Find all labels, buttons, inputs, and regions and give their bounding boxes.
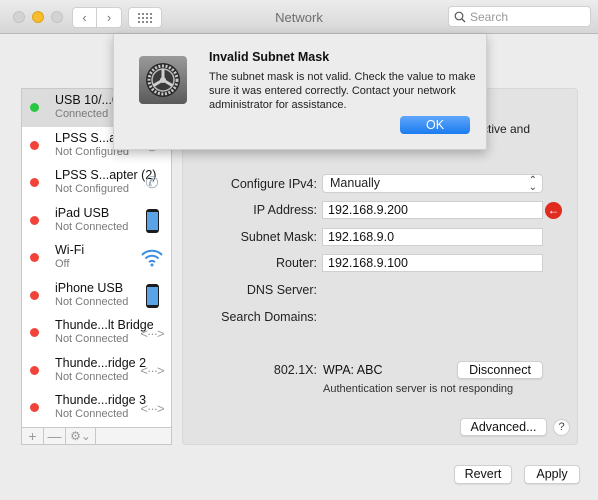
alert-message: The subnet mask is not valid. Check the … bbox=[209, 71, 476, 111]
service-item[interactable]: iPad USB Not Connected bbox=[22, 202, 171, 240]
error-arrow-icon: ← bbox=[545, 202, 562, 219]
service-item[interactable]: LPSS S...apter (2) Not Configured ✆ bbox=[22, 164, 171, 202]
status-dot-connected bbox=[30, 103, 39, 112]
remove-service-button[interactable]: — bbox=[44, 428, 66, 444]
iphone-icon bbox=[139, 283, 165, 309]
dot1x-label: 802.1X: bbox=[273, 363, 317, 377]
alert-title: Invalid Subnet Mask bbox=[209, 50, 330, 64]
minus-icon: — bbox=[47, 428, 62, 444]
auth-status-message: Authentication server is not responding bbox=[323, 383, 514, 395]
status-dot-inactive bbox=[30, 215, 39, 225]
system-preferences-gear-icon bbox=[139, 56, 187, 104]
search-placeholder: Search bbox=[470, 9, 509, 24]
title-bar: ‹ › Network Search bbox=[0, 0, 598, 34]
service-list-toolbar: + — ⚙⌄ bbox=[21, 427, 172, 445]
status-dot-inactive bbox=[30, 140, 39, 150]
configure-ipv4-value: Manually bbox=[330, 176, 381, 190]
search-field[interactable]: Search bbox=[448, 6, 591, 27]
ip-address-field[interactable]: 192.168.9.200 bbox=[322, 201, 543, 219]
plus-icon: + bbox=[28, 428, 37, 444]
status-description: ctive and bbox=[482, 122, 531, 136]
advanced-button[interactable]: Advanced... bbox=[460, 418, 547, 436]
service-actions-button[interactable]: ⚙⌄ bbox=[66, 428, 96, 444]
status-dot-inactive bbox=[30, 253, 39, 262]
search-icon bbox=[454, 11, 466, 22]
bridge-icon: <···> bbox=[140, 400, 164, 416]
router-field[interactable]: 192.168.9.100 bbox=[322, 254, 543, 272]
configure-ipv4-label: Configure IPv4: bbox=[230, 177, 317, 191]
subnet-mask-field[interactable]: 192.168.9.0 bbox=[322, 228, 543, 246]
dot1x-value: WPA: ABC bbox=[323, 363, 383, 377]
updown-chevron-icon: ⌃ ⌄ bbox=[528, 175, 537, 193]
revert-button[interactable]: Revert bbox=[454, 465, 512, 484]
alert-sheet: Invalid Subnet Mask The subnet mask is n… bbox=[113, 34, 487, 150]
wifi-icon bbox=[139, 245, 165, 271]
disconnect-button[interactable]: Disconnect bbox=[457, 361, 543, 379]
dns-server-label: DNS Server: bbox=[246, 283, 317, 297]
search-domains-label: Search Domains: bbox=[221, 310, 317, 324]
status-dot-inactive bbox=[30, 403, 39, 412]
help-button[interactable]: ? bbox=[553, 419, 570, 436]
service-item[interactable]: iPhone USB Not Connected bbox=[22, 277, 171, 315]
router-label: Router: bbox=[276, 256, 317, 270]
service-item[interactable]: Thunde...ridge 3 Not Connected <···> bbox=[22, 389, 171, 427]
status-dot-inactive bbox=[30, 290, 39, 300]
bridge-icon: <···> bbox=[140, 363, 164, 378]
service-item[interactable]: Thunde...lt Bridge Not Connected <···> bbox=[22, 314, 171, 352]
ok-button[interactable]: OK bbox=[400, 116, 470, 134]
ip-address-label: IP Address: bbox=[253, 203, 317, 217]
service-item[interactable]: Thunde...ridge 2 Not Connected <···> bbox=[22, 352, 171, 390]
status-dot-inactive bbox=[30, 178, 39, 187]
apply-button[interactable]: Apply bbox=[524, 465, 580, 484]
add-service-button[interactable]: + bbox=[22, 428, 44, 444]
subnet-mask-label: Subnet Mask: bbox=[240, 230, 317, 244]
status-dot-inactive bbox=[30, 365, 39, 375]
service-item[interactable]: Wi-Fi Off bbox=[22, 239, 171, 277]
status-dot-inactive bbox=[30, 328, 39, 337]
gear-icon: ⚙⌄ bbox=[70, 429, 91, 443]
bridge-icon: <···> bbox=[140, 325, 164, 341]
configure-ipv4-select[interactable]: Manually ⌃ ⌄ bbox=[322, 174, 543, 193]
ipad-icon bbox=[139, 208, 165, 234]
phone-handset-icon: ✆ bbox=[145, 175, 159, 192]
